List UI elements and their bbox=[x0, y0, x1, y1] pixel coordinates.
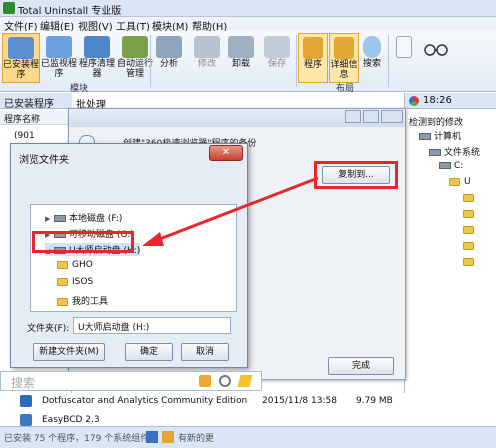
puzzle-icon bbox=[146, 431, 158, 443]
program-size: 9.79 MB bbox=[356, 396, 393, 406]
app-icon bbox=[20, 414, 32, 426]
status-bar: 已安装 75 个程序，179 个系统组件 有新的更 bbox=[0, 426, 496, 448]
update-notice[interactable]: 有新的更 bbox=[178, 431, 214, 444]
lightning-icon[interactable] bbox=[237, 375, 253, 387]
app-icon bbox=[162, 431, 174, 443]
app-icon bbox=[20, 395, 32, 407]
program-name: EasyBCD 2.3 bbox=[42, 415, 100, 425]
filter-icon[interactable] bbox=[199, 375, 211, 387]
search-bar: 搜索 bbox=[0, 371, 262, 391]
status-text: 已安装 75 个程序，179 个系统组件 bbox=[4, 434, 150, 444]
install-date: 2015/11/8 13:58 bbox=[262, 396, 337, 406]
table-row[interactable]: Dotfuscator and Analytics Community Edit… bbox=[0, 393, 404, 411]
target-icon[interactable] bbox=[219, 375, 231, 387]
search-input[interactable]: 搜索 bbox=[11, 374, 35, 391]
program-name: Dotfuscator and Analytics Community Edit… bbox=[42, 396, 248, 406]
